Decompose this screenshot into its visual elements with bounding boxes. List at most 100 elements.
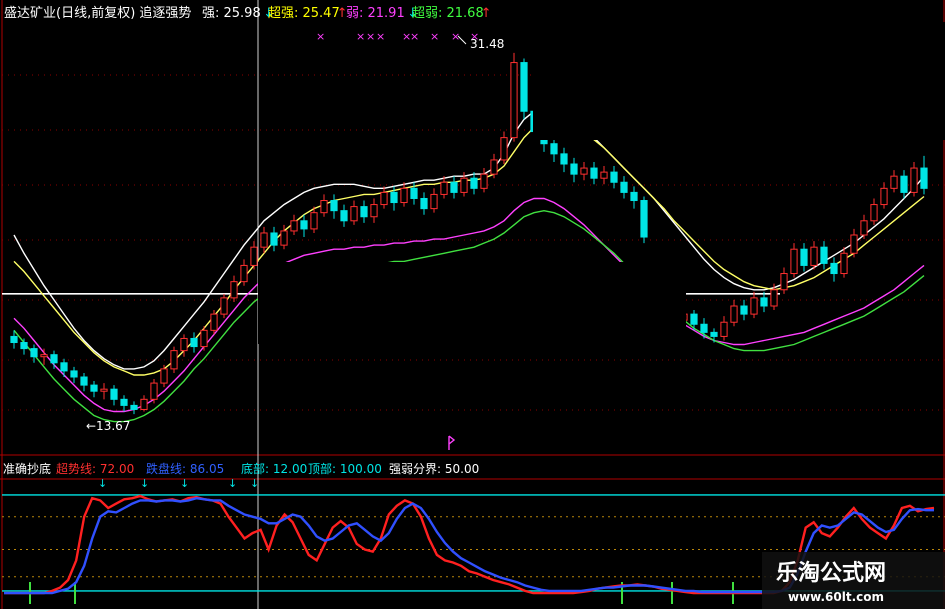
candle-body (490, 159, 498, 175)
candle-body (630, 191, 638, 202)
high-price-label: 31.48 (470, 37, 504, 51)
candle-body (190, 337, 198, 348)
candle-body (170, 350, 178, 370)
candle-body (60, 362, 68, 372)
candle-body (420, 197, 428, 210)
candle-body (740, 305, 748, 315)
legend-value: 强: 25.98 (202, 6, 261, 21)
candle-body (850, 234, 858, 254)
legend-value: 超强: 25.47 (268, 6, 340, 21)
main-panel-legend: 强: 25.98 ↓超强: 25.47↑弱: 21.91 ↓超弱: 21.68↑ (202, 6, 492, 21)
candle-body (470, 177, 478, 189)
indicator-panel-title: 准确抄底 (3, 461, 51, 476)
candle-body (700, 323, 708, 333)
candle-body (440, 181, 448, 195)
candle (200, 326, 208, 351)
candle (640, 196, 648, 244)
candle-body (80, 376, 88, 386)
candle-body (870, 204, 878, 222)
candle-body (360, 206, 368, 218)
indicator-legend-value: 跌盘线: 86.05 (146, 461, 224, 476)
down-arrow-icon: ↓ (250, 477, 259, 490)
candle-body (70, 370, 78, 378)
candle-body (20, 342, 28, 350)
trend-arrow-icon: ↑ (481, 6, 492, 21)
legend-value: 超弱: 21.68 (412, 6, 484, 21)
candle-body (310, 212, 318, 230)
candle-body (410, 187, 418, 199)
candle-body (390, 191, 398, 204)
indicator-legend-value: 顶部: 100.00 (308, 461, 382, 476)
candle-body (280, 230, 288, 246)
candle-body (590, 167, 598, 179)
watermark-title: 乐淘公式网 (776, 560, 886, 586)
watermark-url: www.60lt.com (788, 590, 884, 604)
low-price-label: ←13.67 (86, 419, 130, 433)
candle-body (910, 167, 918, 193)
down-arrow-icon: ↓ (98, 477, 107, 490)
candle-body (380, 191, 388, 206)
candle-body (690, 313, 698, 325)
candle-body (750, 297, 758, 315)
candle-body (500, 137, 508, 161)
main-panel-header: 盛达矿业(日线,前复权) 追逐强势 (4, 5, 191, 21)
candle-body (160, 368, 168, 384)
candle-body (810, 246, 818, 266)
candle-body (350, 206, 358, 222)
candle-body (180, 337, 188, 352)
candle-body (210, 313, 218, 331)
candle-body (260, 232, 268, 248)
indicator-panel-header: 准确抄底 (3, 461, 51, 476)
signal-marker: × (430, 30, 439, 43)
occluded-region (258, 262, 686, 344)
candle (520, 58, 528, 120)
candle-body (760, 297, 768, 307)
occluded-region (533, 22, 945, 140)
down-arrow-icon: ↓ (228, 477, 237, 490)
candle-body (320, 200, 328, 214)
candle-body (840, 252, 848, 275)
candle-body (120, 398, 128, 406)
candle-body (710, 331, 718, 337)
candle-body (830, 262, 838, 275)
candle (210, 310, 218, 335)
candle (510, 52, 518, 142)
candle-body (330, 200, 338, 212)
candle-body (290, 220, 298, 232)
candle-body (820, 246, 828, 264)
candle-body (560, 153, 568, 165)
candle-body (110, 388, 118, 400)
candle-body (430, 193, 438, 210)
candle-body (720, 321, 728, 337)
indicator-panel-legend: 超势线: 72.00 跌盘线: 86.05 底部: 12.00 顶部: 100.00 强… (56, 461, 479, 476)
candle-body (240, 264, 248, 283)
signal-marker: × (376, 30, 385, 43)
candle-body (800, 248, 808, 266)
candle-body (220, 297, 228, 315)
candle (170, 346, 178, 373)
candle-body (340, 210, 348, 222)
candle-body (790, 248, 798, 275)
candle-body (90, 384, 98, 392)
candle-body (580, 167, 588, 175)
candle-body (10, 335, 18, 344)
candle-body (40, 354, 48, 358)
signal-marker: × (356, 30, 365, 43)
candle-body (50, 354, 58, 364)
candle-body (30, 348, 38, 358)
candle-body (370, 204, 378, 218)
candle-body (460, 177, 468, 193)
candle-body (570, 163, 578, 175)
indicator-legend-value: 超势线: 72.00 (56, 461, 134, 476)
signal-marker: × (451, 30, 460, 43)
legend-value: 弱: 21.91 (346, 6, 405, 21)
down-arrow-icon: ↓ (180, 477, 189, 490)
candle-body (480, 173, 488, 189)
stock-chart-canvas: ↓ ↓ ↓ ↓ ↓ 盛达矿业(日线,前复权) 追逐强势 强: 25.98 ↓超强: 25.… (0, 0, 945, 609)
signal-marker: × (316, 30, 325, 43)
candle-body (770, 289, 778, 307)
candle-body (510, 62, 518, 139)
candle-body (920, 167, 928, 189)
candle-body (900, 175, 908, 193)
candle-body (140, 398, 148, 410)
